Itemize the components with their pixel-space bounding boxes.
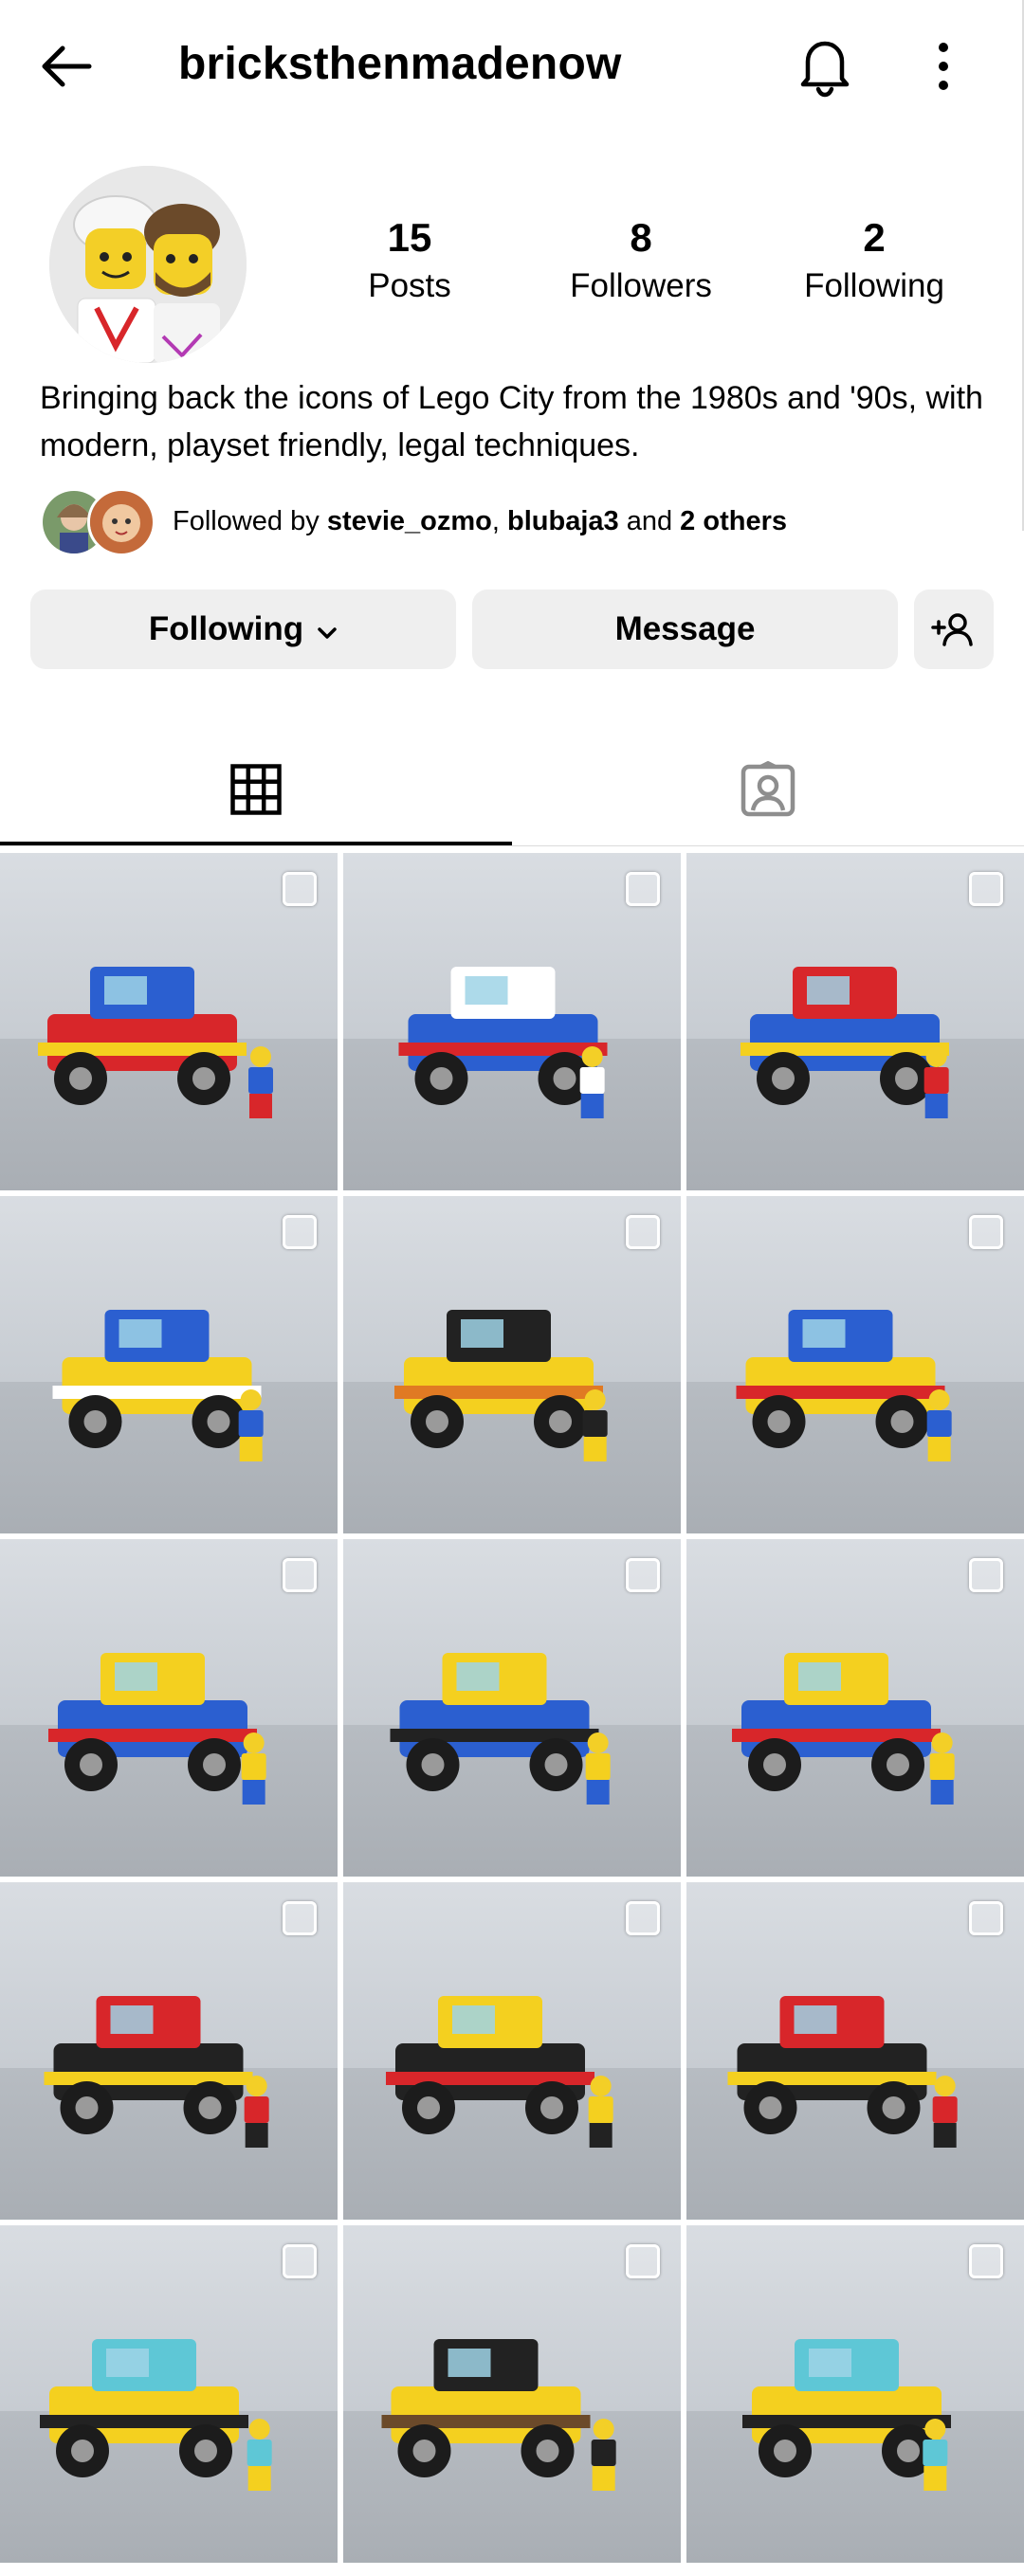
profile-avatar[interactable] — [49, 166, 247, 363]
more-options-button[interactable] — [905, 28, 981, 104]
post-thumbnail[interactable] — [0, 1539, 338, 1877]
chevron-down-icon — [317, 610, 338, 648]
others-link[interactable]: 2 others — [680, 506, 787, 536]
followed-by-row[interactable]: Followed by stevie_ozmo, blubaja3 and 2 … — [40, 488, 988, 556]
following-label: Following — [804, 267, 944, 304]
post-thumbnail[interactable] — [343, 853, 681, 1190]
tagged-person-icon — [741, 760, 795, 816]
post-thumbnail[interactable] — [0, 1882, 338, 2220]
select-checkbox[interactable] — [969, 1558, 1003, 1592]
select-checkbox[interactable] — [626, 1215, 660, 1249]
follower-link-1[interactable]: stevie_ozmo — [327, 506, 492, 536]
tab-tagged[interactable] — [512, 730, 1024, 848]
post-thumbnail[interactable] — [686, 1882, 1024, 2220]
post-thumbnail[interactable] — [0, 1196, 338, 1533]
select-checkbox[interactable] — [969, 872, 1003, 906]
select-checkbox[interactable] — [969, 1215, 1003, 1249]
follower-avatar-2 — [87, 488, 155, 556]
post-thumbnail[interactable] — [343, 2225, 681, 2563]
following-button-label: Following — [148, 610, 304, 647]
select-checkbox[interactable] — [626, 872, 660, 906]
post-thumbnail[interactable] — [343, 1539, 681, 1877]
select-checkbox[interactable] — [283, 1215, 317, 1249]
tab-divider — [0, 845, 1024, 846]
following-button[interactable]: Following — [30, 590, 456, 669]
post-thumbnail[interactable] — [343, 1196, 681, 1533]
bell-icon — [800, 41, 850, 98]
post-thumbnail[interactable] — [686, 1196, 1024, 1533]
more-vertical-icon — [939, 43, 948, 90]
post-thumbnail[interactable] — [0, 2225, 338, 2563]
profile-bio: Bringing back the icons of Lego City fro… — [40, 380, 983, 463]
post-thumbnail[interactable] — [686, 853, 1024, 1190]
followers-count: 8 — [630, 215, 652, 260]
stat-followers[interactable]: 8 Followers — [537, 213, 745, 308]
post-thumbnail[interactable] — [686, 2225, 1024, 2563]
select-checkbox[interactable] — [283, 1558, 317, 1592]
message-button-label: Message — [614, 610, 756, 647]
arrow-left-icon — [42, 45, 92, 87]
stat-posts[interactable]: 15 Posts — [305, 213, 514, 308]
add-user-icon — [931, 613, 973, 646]
grid-icon — [230, 763, 282, 815]
tab-posts-grid[interactable] — [0, 730, 512, 848]
select-checkbox[interactable] — [283, 1901, 317, 1935]
avatar-image — [49, 166, 247, 363]
suggest-users-button[interactable] — [914, 590, 994, 669]
profile-username: bricksthenmadenow — [178, 39, 622, 89]
select-checkbox[interactable] — [626, 1558, 660, 1592]
select-checkbox[interactable] — [283, 872, 317, 906]
followed-by-text: Followed by stevie_ozmo, blubaja3 and 2 … — [173, 506, 787, 536]
select-checkbox[interactable] — [626, 1901, 660, 1935]
post-thumbnail[interactable] — [343, 1882, 681, 2220]
select-checkbox[interactable] — [969, 2244, 1003, 2278]
select-checkbox[interactable] — [626, 2244, 660, 2278]
notifications-button[interactable] — [787, 28, 863, 104]
stat-following[interactable]: 2 Following — [770, 213, 978, 308]
posts-count: 15 — [387, 215, 432, 260]
posts-label: Posts — [368, 267, 451, 304]
followers-label: Followers — [570, 267, 712, 304]
select-checkbox[interactable] — [969, 1901, 1003, 1935]
message-button[interactable]: Message — [472, 590, 898, 669]
following-count: 2 — [863, 215, 886, 260]
back-button[interactable] — [28, 28, 104, 104]
select-checkbox[interactable] — [283, 2244, 317, 2278]
post-thumbnail[interactable] — [0, 853, 338, 1190]
post-thumbnail[interactable] — [686, 1539, 1024, 1877]
follower-link-2[interactable]: blubaja3 — [507, 506, 619, 536]
